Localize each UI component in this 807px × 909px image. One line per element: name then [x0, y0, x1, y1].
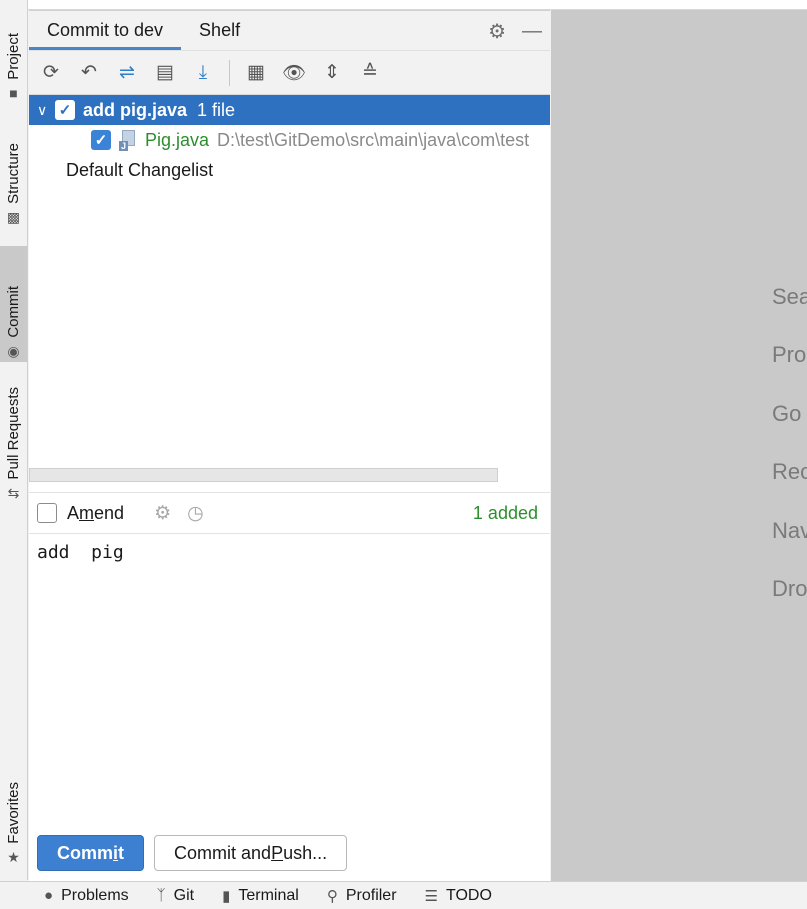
- panel-actions: ⚙ —: [488, 19, 542, 44]
- editor-hint-goto: Go: [772, 401, 802, 426]
- group-by-icon[interactable]: ▦: [242, 59, 270, 87]
- changelist-row[interactable]: ∨ ✓ add pig.java 1 file: [29, 95, 550, 125]
- problems-icon: ●: [44, 887, 54, 904]
- side-tab-project-label: Project: [5, 33, 22, 80]
- panel-tabs: Commit to dev Shelf ⚙ —: [29, 11, 550, 51]
- todo-icon: ☰: [424, 887, 438, 905]
- commit-and-push-button[interactable]: Commit and Push...: [154, 835, 348, 871]
- tool-tab-git[interactable]: ᛉ Git: [157, 887, 194, 905]
- expand-all-icon[interactable]: ⇕: [318, 59, 346, 87]
- java-file-icon: J: [119, 129, 137, 151]
- tool-tab-git-label: Git: [173, 886, 195, 904]
- side-tab-commit[interactable]: Commit ◉: [0, 246, 27, 362]
- file-row[interactable]: ✓ J Pig.java D:\test\GitDemo\src\main\ja…: [29, 125, 550, 155]
- git-branch-icon: ᛉ: [156, 887, 166, 904]
- side-tab-favorites-label: Favorites: [5, 782, 22, 844]
- terminal-icon: ▮: [222, 887, 231, 905]
- changelist-checkbox[interactable]: ✓: [55, 100, 75, 120]
- editor-hint-project: Pro: [772, 342, 807, 367]
- chevron-down-icon[interactable]: ∨: [37, 102, 55, 119]
- amend-checkbox[interactable]: [37, 503, 57, 523]
- file-checkbox[interactable]: ✓: [91, 130, 111, 150]
- view-options-icon[interactable]: 👁: [280, 59, 308, 87]
- amend-label-rest: end: [94, 502, 125, 523]
- top-border: [0, 0, 807, 10]
- push-button-mnemonic: P: [271, 842, 284, 863]
- gear-icon[interactable]: ⚙: [488, 19, 506, 44]
- commit-button-label-a: Comm: [57, 842, 114, 863]
- commit-options-gear-icon[interactable]: ⚙: [154, 502, 171, 525]
- commit-toolbar: ⟳ ↶ ⇌ ▤ ⤓ ▦ 👁 ⇕ ≙: [29, 51, 550, 95]
- default-changelist-row[interactable]: Default Changelist: [29, 155, 550, 185]
- tool-tab-problems[interactable]: ● Problems: [44, 887, 129, 905]
- amend-label-mnemonic: m: [79, 502, 95, 523]
- amend-icons: ⚙ ◷: [154, 502, 204, 525]
- commit-actions: Comm i t Commit and Push...: [37, 835, 348, 871]
- update-icon[interactable]: ⤓: [189, 59, 217, 87]
- side-tab-commit-label: Commit: [5, 286, 22, 338]
- commit-button-label-b: t: [118, 842, 125, 863]
- changelist-title: add pig.java: [83, 99, 188, 120]
- side-tab-favorites[interactable]: Favorites ★: [0, 764, 27, 868]
- ide-window: Project ■ Structure ▩ Commit ◉ Pull Requ…: [0, 0, 807, 909]
- history-clock-icon[interactable]: ◷: [187, 502, 204, 525]
- tool-tab-problems-label: Problems: [61, 886, 129, 904]
- amend-label[interactable]: Amend: [67, 503, 124, 524]
- rollback-icon[interactable]: ↶: [75, 59, 103, 87]
- commit-icon: ◉: [7, 342, 20, 359]
- refresh-icon[interactable]: ⟳: [37, 59, 65, 87]
- commit-button[interactable]: Comm i t: [37, 835, 145, 871]
- editor-empty-area: Sea Pro Go Rec Nav Dro: [551, 10, 807, 881]
- diff-icon[interactable]: ⇌: [113, 59, 141, 87]
- tool-tab-terminal[interactable]: ▮ Terminal: [222, 887, 299, 905]
- amend-label-a: A: [67, 502, 80, 523]
- push-button-label-b: ush...: [283, 842, 328, 863]
- pull-request-icon: ⇆: [7, 484, 20, 501]
- tool-tab-todo-label: TODO: [445, 886, 492, 904]
- tool-tab-profiler-label: Profiler: [345, 886, 397, 904]
- tab-commit-to-dev[interactable]: Commit to dev: [29, 10, 182, 50]
- horizontal-scrollbar[interactable]: [29, 468, 498, 482]
- side-tab-project[interactable]: Project ■: [0, 14, 27, 104]
- star-icon: ★: [7, 848, 20, 865]
- folder-icon: ■: [9, 85, 18, 101]
- collapse-all-icon[interactable]: ≙: [356, 59, 384, 87]
- editor-hint-recent: Rec: [772, 459, 807, 484]
- changelist-count: 1 file: [197, 99, 236, 120]
- changes-tree: ∨ ✓ add pig.java 1 file ✓ J Pig.java D:\…: [29, 95, 550, 492]
- tool-tab-todo[interactable]: ☰ TODO: [425, 887, 492, 905]
- toolbar-separator: [229, 59, 230, 86]
- side-tab-pull-requests[interactable]: Pull Requests ⇆: [0, 372, 27, 504]
- file-name: Pig.java: [145, 129, 210, 150]
- bottom-tool-bar: ● Problems ᛉ Git ▮ Terminal ⚲ Profiler ☰…: [0, 881, 807, 909]
- tab-shelf[interactable]: Shelf: [181, 10, 258, 50]
- minimize-icon[interactable]: —: [522, 20, 542, 43]
- editor-hint-search: Sea: [772, 284, 807, 309]
- side-tab-structure-label: Structure: [5, 143, 22, 204]
- tool-tab-profiler[interactable]: ⚲ Profiler: [327, 887, 397, 905]
- added-summary: 1 added: [472, 502, 538, 523]
- side-tab-structure[interactable]: Structure ▩: [0, 124, 27, 228]
- editor-hint-navigation: Nav: [772, 518, 807, 543]
- tool-tab-terminal-label: Terminal: [238, 886, 299, 904]
- side-tab-pull-requests-label: Pull Requests: [5, 387, 22, 480]
- push-button-label-a: Commit and: [174, 842, 272, 863]
- commit-message-input[interactable]: add pig: [29, 534, 550, 822]
- changelist-icon[interactable]: ▤: [151, 59, 179, 87]
- amend-bar: Amend ⚙ ◷ 1 added: [29, 492, 550, 534]
- commit-panel: Commit to dev Shelf ⚙ — ⟳ ↶ ⇌ ▤ ⤓ ▦ 👁 ⇕ …: [29, 10, 550, 881]
- left-tool-stripe: Project ■ Structure ▩ Commit ◉ Pull Requ…: [0, 0, 28, 880]
- editor-hint-drop: Dro: [772, 576, 807, 601]
- default-changelist-label: Default Changelist: [66, 159, 214, 180]
- file-path: D:\test\GitDemo\src\main\java\com\test: [217, 129, 530, 150]
- profiler-icon: ⚲: [326, 887, 338, 905]
- structure-icon: ▩: [6, 208, 21, 225]
